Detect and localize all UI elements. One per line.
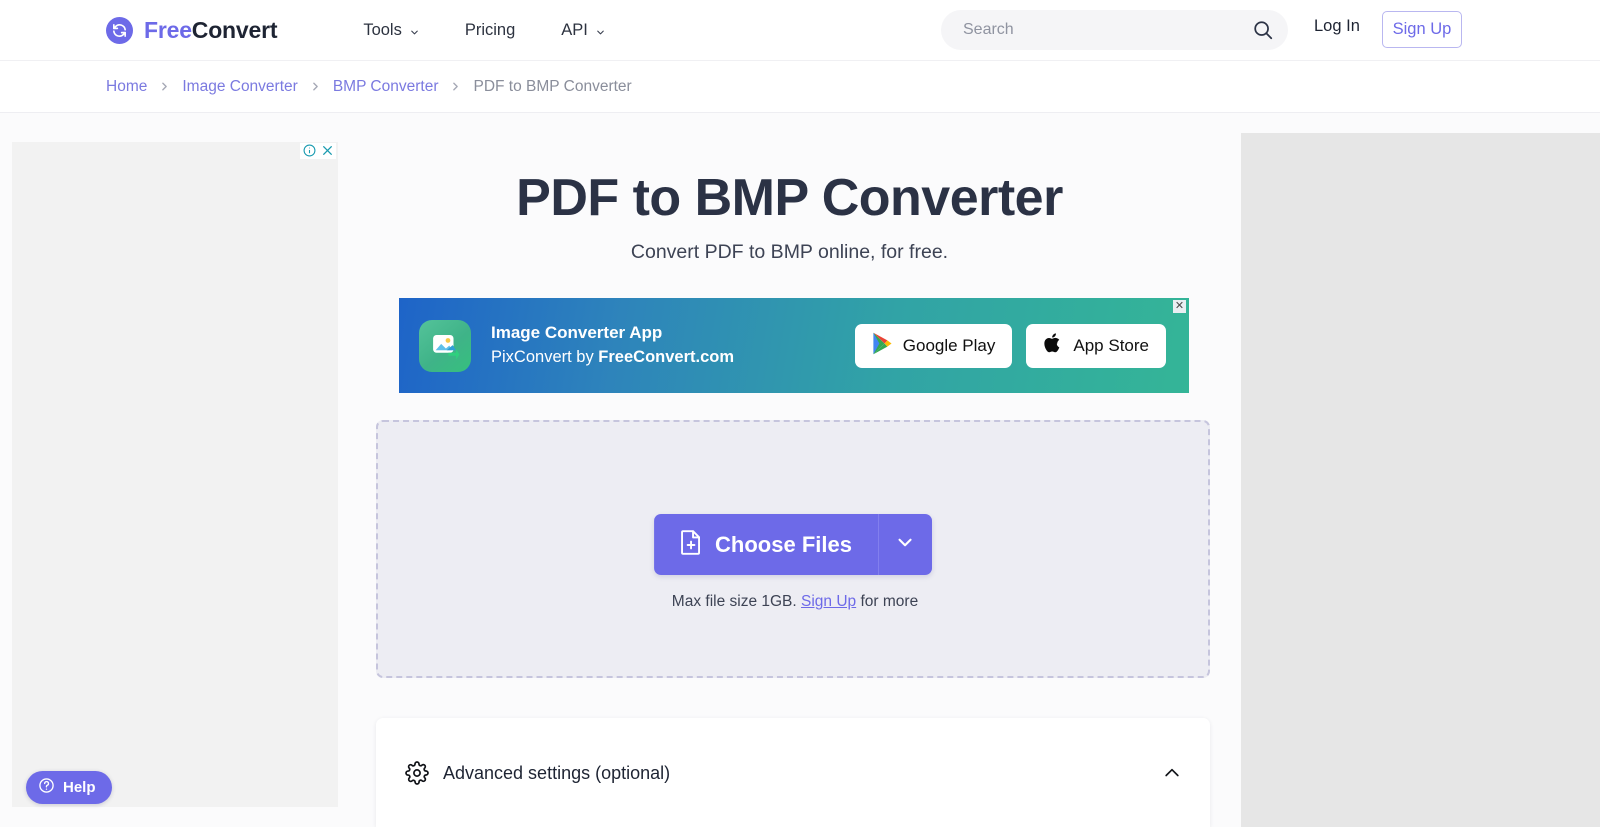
apple-icon	[1043, 331, 1063, 360]
promo-banner[interactable]: ✕ Image Converter App PixConvert by Free…	[399, 298, 1189, 393]
signup-link[interactable]: Sign Up	[801, 593, 856, 610]
nav-item-label: API	[561, 20, 588, 39]
breadcrumb-item-bmp-converter[interactable]: BMP Converter	[333, 79, 439, 95]
google-play-icon	[872, 332, 893, 360]
search-box[interactable]	[941, 10, 1288, 50]
google-play-label: Google Play	[902, 335, 996, 355]
app-store-button[interactable]: App Store	[1026, 323, 1166, 368]
advanced-settings-card: Advanced settings (optional)	[376, 718, 1210, 827]
page-subtitle: Convert PDF to BMP online, for free.	[630, 241, 949, 263]
help-button[interactable]: Help	[26, 771, 112, 804]
logo-text-free: Free	[144, 16, 192, 43]
breadcrumb-item-image-converter[interactable]: Image Converter	[182, 79, 297, 95]
nav-item-tools[interactable]: Tools	[363, 22, 419, 39]
ad-close-icon[interactable]	[321, 144, 334, 157]
page-root: FreeConvert Tools Pricing API Search Log…	[0, 0, 1600, 827]
nav-item-label: Pricing	[464, 20, 516, 39]
site-header: FreeConvert Tools Pricing API Search Log…	[0, 0, 1600, 61]
breadcrumb-item-home[interactable]: Home	[106, 79, 147, 95]
file-dropzone[interactable]: Choose Files Max file size 1GB. Sign Up …	[376, 420, 1210, 678]
main-nav: Tools Pricing API	[363, 22, 605, 39]
logo-text: FreeConvert	[144, 16, 278, 43]
choose-files-label: Choose Files	[715, 531, 852, 557]
search-icon[interactable]	[1252, 19, 1274, 41]
page-title: PDF to BMP Converter	[516, 169, 1063, 227]
logo-text-convert: Convert	[191, 16, 278, 43]
banner-sub-brand: FreeConvert.com	[598, 347, 735, 366]
breadcrumb-separator	[158, 80, 171, 93]
question-circle-icon	[38, 777, 55, 799]
chevron-down-icon	[595, 25, 605, 35]
chevron-down-icon	[894, 531, 916, 558]
maxsize-suffix: for more	[856, 593, 919, 610]
choose-files-group: Choose Files	[654, 514, 932, 575]
choose-files-button[interactable]: Choose Files	[654, 514, 878, 575]
refresh-circle-icon	[106, 16, 133, 44]
signup-button[interactable]: Sign Up	[1382, 11, 1462, 48]
main-content: PDF to BMP Converter Convert PDF to BMP …	[338, 113, 1241, 827]
nav-item-pricing[interactable]: Pricing	[465, 22, 515, 39]
banner-text: Image Converter App PixConvert by FreeCo…	[491, 321, 734, 370]
breadcrumb: Home Image Converter BMP Converter PDF t…	[0, 61, 1600, 113]
ad-info-icon[interactable]	[303, 144, 316, 157]
app-store-label: App Store	[1073, 335, 1149, 355]
google-play-button[interactable]: Google Play	[854, 323, 1013, 368]
maxsize-prefix: Max file size 1GB.	[671, 593, 802, 610]
help-label: Help	[63, 779, 96, 796]
banner-app-title: Image Converter App	[491, 323, 663, 343]
breadcrumb-separator	[449, 80, 462, 93]
ad-controls	[300, 143, 336, 159]
chevron-down-icon	[409, 25, 419, 35]
nav-item-label: Tools	[363, 20, 402, 39]
banner-app-subtitle: PixConvert by FreeConvert.com	[491, 346, 734, 370]
photo-convert-app-icon	[419, 319, 471, 372]
store-buttons: Google Play App Store	[854, 323, 1166, 368]
search-input[interactable]	[963, 21, 1252, 39]
banner-close-icon[interactable]: ✕	[1173, 300, 1186, 313]
nav-item-api[interactable]: API	[561, 22, 605, 39]
file-plus-icon	[679, 529, 703, 560]
logo[interactable]: FreeConvert	[106, 16, 278, 44]
breadcrumb-separator	[309, 80, 322, 93]
choose-files-dropdown-toggle[interactable]	[877, 514, 932, 575]
chevron-up-icon[interactable]	[1162, 763, 1182, 783]
advanced-settings-label: Advanced settings (optional)	[443, 762, 671, 783]
banner-sub-prefix: PixConvert by	[491, 347, 599, 366]
max-file-size-note: Max file size 1GB. Sign Up for more	[378, 593, 1212, 611]
gear-icon	[405, 761, 429, 785]
left-ad-slot	[12, 142, 338, 807]
breadcrumb-item-current: PDF to BMP Converter	[473, 77, 632, 95]
right-ad-slot	[1241, 133, 1600, 827]
advanced-settings-toggle[interactable]: Advanced settings (optional)	[376, 749, 1210, 797]
login-button[interactable]: Log In	[1314, 18, 1360, 35]
